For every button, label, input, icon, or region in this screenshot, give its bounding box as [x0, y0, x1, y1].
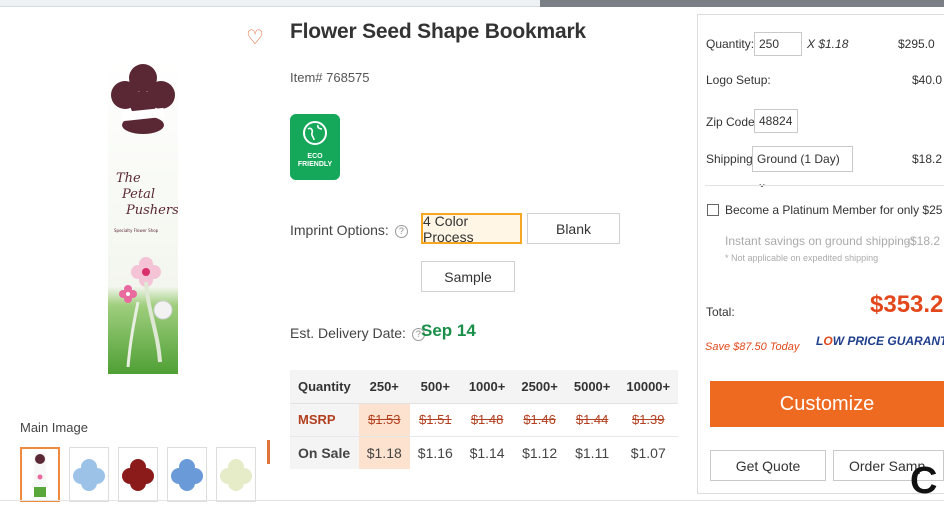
instant-savings-value: -$18.2	[906, 234, 941, 248]
sale-cell: $1.16	[417, 444, 453, 461]
sale-cell: $1.12	[522, 444, 558, 461]
get-quote-button[interactable]: Get Quote	[710, 450, 826, 481]
delivery-label: Est. Delivery Date:?	[290, 325, 425, 341]
eco-badge-text: ECO FRIENDLY	[297, 153, 333, 168]
not-applicable-note: * Not applicable on expedited shipping	[725, 253, 879, 263]
bottom-divider	[0, 500, 944, 501]
table-header-cell: 500+	[409, 370, 461, 404]
quantity-input[interactable]: 250	[754, 32, 802, 56]
guarantee-o: O	[823, 334, 833, 348]
sale-cell: $1.07	[630, 444, 666, 461]
quantity-label: Quantity:	[706, 37, 755, 51]
table-header-cell: 10000+	[618, 370, 679, 404]
shipping-total: $18.2	[912, 152, 943, 166]
sale-cell: $1.18	[358, 436, 410, 469]
platinum-label: Become a Platinum Member for only $25?	[725, 203, 944, 217]
bookmark-text-3: Pushers	[125, 203, 178, 218]
thumb-bookmark[interactable]	[20, 447, 60, 502]
table-header-cell: 2500+	[513, 370, 566, 404]
gallery-scroll-indicator[interactable]	[267, 440, 270, 464]
thumb-light-blue[interactable]	[69, 447, 109, 502]
top-strip	[0, 0, 944, 7]
imprint-options-label: Imprint Options:?	[290, 222, 408, 238]
main-image-label: Main Image	[20, 420, 88, 435]
sale-cell: $1.11	[575, 444, 610, 461]
sale-label: On Sale	[290, 436, 359, 469]
msrp-label: MSRP	[290, 403, 359, 437]
imprint-label-text: Imprint Options:	[290, 222, 389, 238]
main-product-image: The Petal Pushers Specialty Flower Shop	[108, 62, 179, 374]
globe-icon	[303, 121, 327, 145]
imprint-option-sample[interactable]: Sample	[421, 261, 515, 292]
top-tab	[540, 0, 944, 7]
thumbnail-strip	[20, 447, 256, 502]
corner-letter: C	[910, 460, 938, 502]
eco-friendly-badge: ECO FRIENDLY	[290, 114, 340, 180]
table-row: On Sale $1.18 $1.16 $1.14 $1.12 $1.11 $1…	[290, 436, 678, 469]
instant-savings-label: Instant savings on ground shipping:	[725, 234, 914, 248]
platinum-checkbox[interactable]	[707, 204, 719, 216]
guarantee-text: W PRICE GUARANTE	[832, 334, 944, 348]
msrp-cell: $1.44	[565, 403, 619, 437]
bookmark-text-1: The	[116, 171, 141, 186]
logo-setup-total: $40.0	[912, 73, 943, 87]
shipping-label: Shipping:	[706, 152, 757, 166]
bookmark-text-2: Petal	[121, 187, 155, 202]
shipping-select[interactable]: Ground (1 Day) ⌄	[752, 146, 853, 190]
msrp-cell: $1.53	[358, 403, 410, 437]
msrp-cell: $1.39	[618, 403, 679, 437]
imprint-option-blank[interactable]: Blank	[527, 213, 620, 244]
save-text: Save $87.50 Today	[705, 341, 800, 353]
bookmark-subtext: Specialty Flower Shop	[114, 228, 159, 233]
msrp-cell: $1.46	[513, 403, 566, 437]
msrp-cell: $1.51	[409, 403, 461, 437]
table-header-cell: Quantity	[290, 370, 359, 404]
customize-button[interactable]: Customize	[710, 381, 944, 427]
msrp-cell: $1.48	[460, 403, 514, 437]
low-price-guarantee: LOW PRICE GUARANTE	[816, 334, 944, 348]
total-label: Total:	[706, 305, 735, 319]
total-amount: $353.2	[870, 291, 944, 318]
table-header-cell: 5000+	[565, 370, 619, 404]
platinum-label-text: Become a Platinum Member for only $25	[725, 203, 943, 217]
table-row: MSRP $1.53 $1.51 $1.48 $1.46 $1.44 $1.39	[290, 403, 679, 437]
table-row: Quantity 250+ 500+ 1000+ 2500+ 5000+ 100…	[290, 370, 679, 404]
thumb-blue[interactable]	[167, 447, 207, 502]
unit-price: X $1.18	[807, 37, 849, 51]
price-table: Quantity 250+ 500+ 1000+ 2500+ 5000+ 100…	[290, 370, 679, 469]
quantity-total: $295.0	[898, 37, 935, 51]
shipping-select-value: Ground (1 Day)	[757, 152, 840, 166]
help-icon[interactable]: ?	[394, 224, 408, 238]
table-header-cell: 1000+	[460, 370, 514, 404]
item-number: Item# 768575	[290, 70, 370, 85]
divider	[705, 185, 944, 186]
sale-cell: $1.14	[469, 444, 505, 461]
delivery-label-text: Est. Delivery Date:	[290, 325, 406, 341]
zip-label: Zip Code:	[706, 115, 759, 129]
zip-input[interactable]: 48824	[754, 109, 798, 133]
chevron-down-icon: ⌄	[757, 176, 768, 190]
imprint-option-4-color[interactable]: 4 Color Process	[421, 213, 522, 245]
delivery-date: Sep 14	[421, 321, 476, 340]
product-title: Flower Seed Shape Bookmark	[290, 20, 586, 43]
thumb-cream[interactable]	[216, 447, 256, 502]
heart-icon[interactable]: ♡	[246, 28, 266, 48]
thumb-maroon[interactable]	[118, 447, 158, 502]
logo-setup-label: Logo Setup:	[706, 73, 771, 87]
table-header-cell: 250+	[358, 370, 410, 404]
